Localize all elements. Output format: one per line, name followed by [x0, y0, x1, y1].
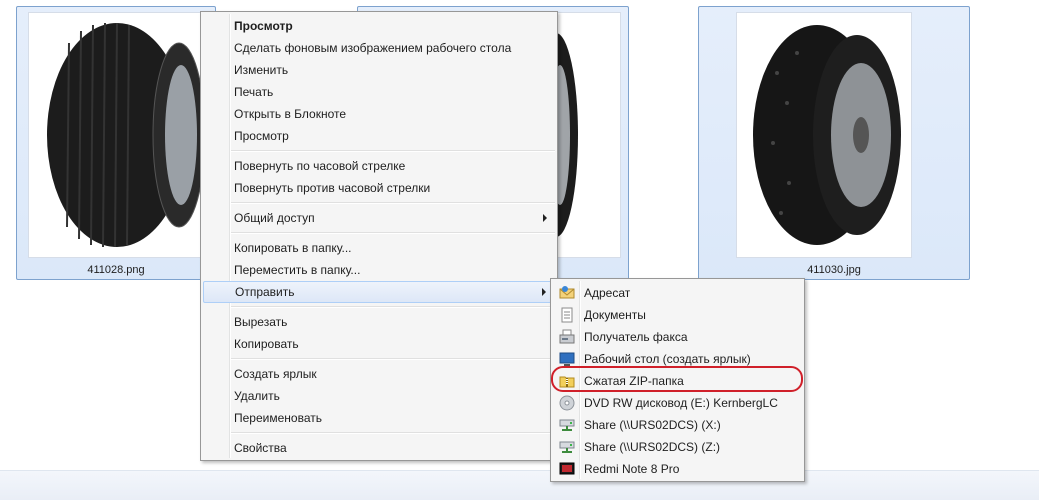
- mail-recipient-icon: [559, 286, 575, 299]
- menu-item-label: DVD RW дисковод (E:) KernbergLC: [584, 396, 778, 410]
- menu-item-preview-default[interactable]: Просмотр: [203, 15, 555, 37]
- tire-image: [753, 25, 901, 245]
- fax-icon: [559, 329, 575, 344]
- menu-item-label: Redmi Note 8 Pro: [584, 462, 680, 476]
- menu-item-cut[interactable]: Вырезать: [203, 311, 555, 333]
- menu-item-share[interactable]: Общий доступ: [203, 207, 555, 229]
- menu-separator: [231, 202, 555, 204]
- menu-item-label: Общий доступ: [234, 211, 315, 225]
- menu-item-open-notepad[interactable]: Открыть в Блокноте: [203, 103, 555, 125]
- menu-separator: [231, 306, 555, 308]
- tire-image: [534, 33, 578, 237]
- file-name: 411028.png: [87, 264, 145, 276]
- dvd-drive-icon: [559, 395, 575, 411]
- menu-item-label: Рабочий стол (создать ярлык): [584, 352, 751, 366]
- menu-item-rotate-cw[interactable]: Повернуть по часовой стрелке: [203, 155, 555, 177]
- menu-separator: [231, 358, 555, 360]
- send-to-fax[interactable]: Получатель факса: [553, 326, 802, 348]
- menu-separator: [231, 432, 555, 434]
- file-thumbnail: [29, 13, 206, 257]
- context-menu: Просмотр Сделать фоновым изображением ра…: [200, 11, 558, 461]
- submenu-arrow-icon: [542, 288, 546, 296]
- file-tile-411030[interactable]: 411030.jpg: [698, 6, 970, 280]
- menu-item-send-to[interactable]: Отправить: [203, 281, 555, 303]
- send-to-network-drive-z[interactable]: Share (\\URS02DCS) (Z:): [553, 436, 802, 458]
- menu-item-label: Адресат: [584, 286, 631, 300]
- menu-item-properties[interactable]: Свойства: [203, 437, 555, 459]
- menu-item-label: Документы: [584, 308, 646, 322]
- menu-separator: [231, 232, 555, 234]
- menu-item-rename[interactable]: Переименовать: [203, 407, 555, 429]
- menu-item-rotate-ccw[interactable]: Повернуть против часовой стрелки: [203, 177, 555, 199]
- menu-separator: [231, 150, 555, 152]
- send-to-phone-device[interactable]: Redmi Note 8 Pro: [553, 458, 802, 480]
- menu-item-delete[interactable]: Удалить: [203, 385, 555, 407]
- menu-item-print[interactable]: Печать: [203, 81, 555, 103]
- send-to-documents[interactable]: Документы: [553, 304, 802, 326]
- send-to-mail-recipient[interactable]: Адресат: [553, 282, 802, 304]
- menu-item-label: Отправить: [235, 285, 295, 299]
- menu-item-label: Получатель факса: [584, 330, 688, 344]
- menu-item-preview[interactable]: Просмотр: [203, 125, 555, 147]
- menu-item-create-shortcut[interactable]: Создать ярлык: [203, 363, 555, 385]
- annotation-highlight-ring: [551, 366, 803, 392]
- status-bar: [0, 470, 1039, 500]
- menu-item-set-wallpaper[interactable]: Сделать фоновым изображением рабочего ст…: [203, 37, 555, 59]
- menu-item-label: Share (\\URS02DCS) (Z:): [584, 440, 721, 454]
- submenu-arrow-icon: [543, 214, 547, 222]
- network-drive-icon: [559, 419, 575, 431]
- menu-item-copy-to-folder[interactable]: Копировать в папку...: [203, 237, 555, 259]
- desktop-icon: [559, 352, 575, 366]
- menu-item-label: Share (\\URS02DCS) (X:): [584, 418, 721, 432]
- send-to-network-drive-x[interactable]: Share (\\URS02DCS) (X:): [553, 414, 802, 436]
- phone-device-icon: [559, 462, 575, 475]
- network-drive-icon: [559, 441, 575, 453]
- file-thumbnail: [534, 13, 620, 257]
- tire-image: [47, 22, 206, 248]
- send-to-dvd-drive[interactable]: DVD RW дисковод (E:) KernbergLC: [553, 392, 802, 414]
- file-name: 411030.jpg: [807, 264, 861, 276]
- documents-icon: [561, 307, 573, 323]
- file-thumbnail: [737, 13, 911, 257]
- menu-item-move-to-folder[interactable]: Переместить в папку...: [203, 259, 555, 281]
- menu-item-edit[interactable]: Изменить: [203, 59, 555, 81]
- menu-item-copy[interactable]: Копировать: [203, 333, 555, 355]
- file-tile-411028[interactable]: 411028.png: [16, 6, 216, 280]
